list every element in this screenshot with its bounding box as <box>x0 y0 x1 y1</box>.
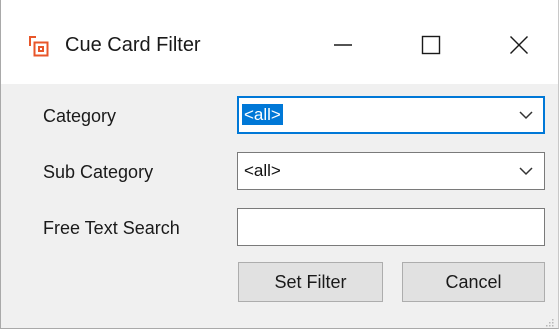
chevron-down-icon <box>518 164 534 178</box>
category-label: Category <box>43 106 117 126</box>
sub-category-dropdown[interactable]: <all> <box>237 152 545 190</box>
category-selected-value: <all> <box>242 104 283 125</box>
category-dropdown[interactable]: <all> <box>237 96 545 134</box>
minimize-icon <box>333 35 353 55</box>
sub-category-label: Sub Category <box>43 162 154 182</box>
sub-category-selected-value: <all> <box>244 161 281 180</box>
close-icon <box>509 35 529 55</box>
free-text-search-label: Free Text Search <box>43 218 180 238</box>
cue-card-filter-dialog: Cue Card Filter Category <all> Sub Categ… <box>0 0 559 329</box>
cancel-button[interactable]: Cancel <box>402 262 545 302</box>
maximize-icon <box>421 35 441 55</box>
window-title: Cue Card Filter <box>65 34 201 56</box>
close-button[interactable] <box>489 22 549 68</box>
title-bar: Cue Card Filter <box>1 0 558 84</box>
cue-card-icon <box>26 34 50 58</box>
free-text-search-input[interactable] <box>237 208 545 246</box>
chevron-down-icon <box>518 108 534 122</box>
minimize-button[interactable] <box>313 22 373 68</box>
resize-grip-icon[interactable] <box>544 314 554 327</box>
maximize-button[interactable] <box>401 22 461 68</box>
set-filter-button[interactable]: Set Filter <box>238 262 383 302</box>
